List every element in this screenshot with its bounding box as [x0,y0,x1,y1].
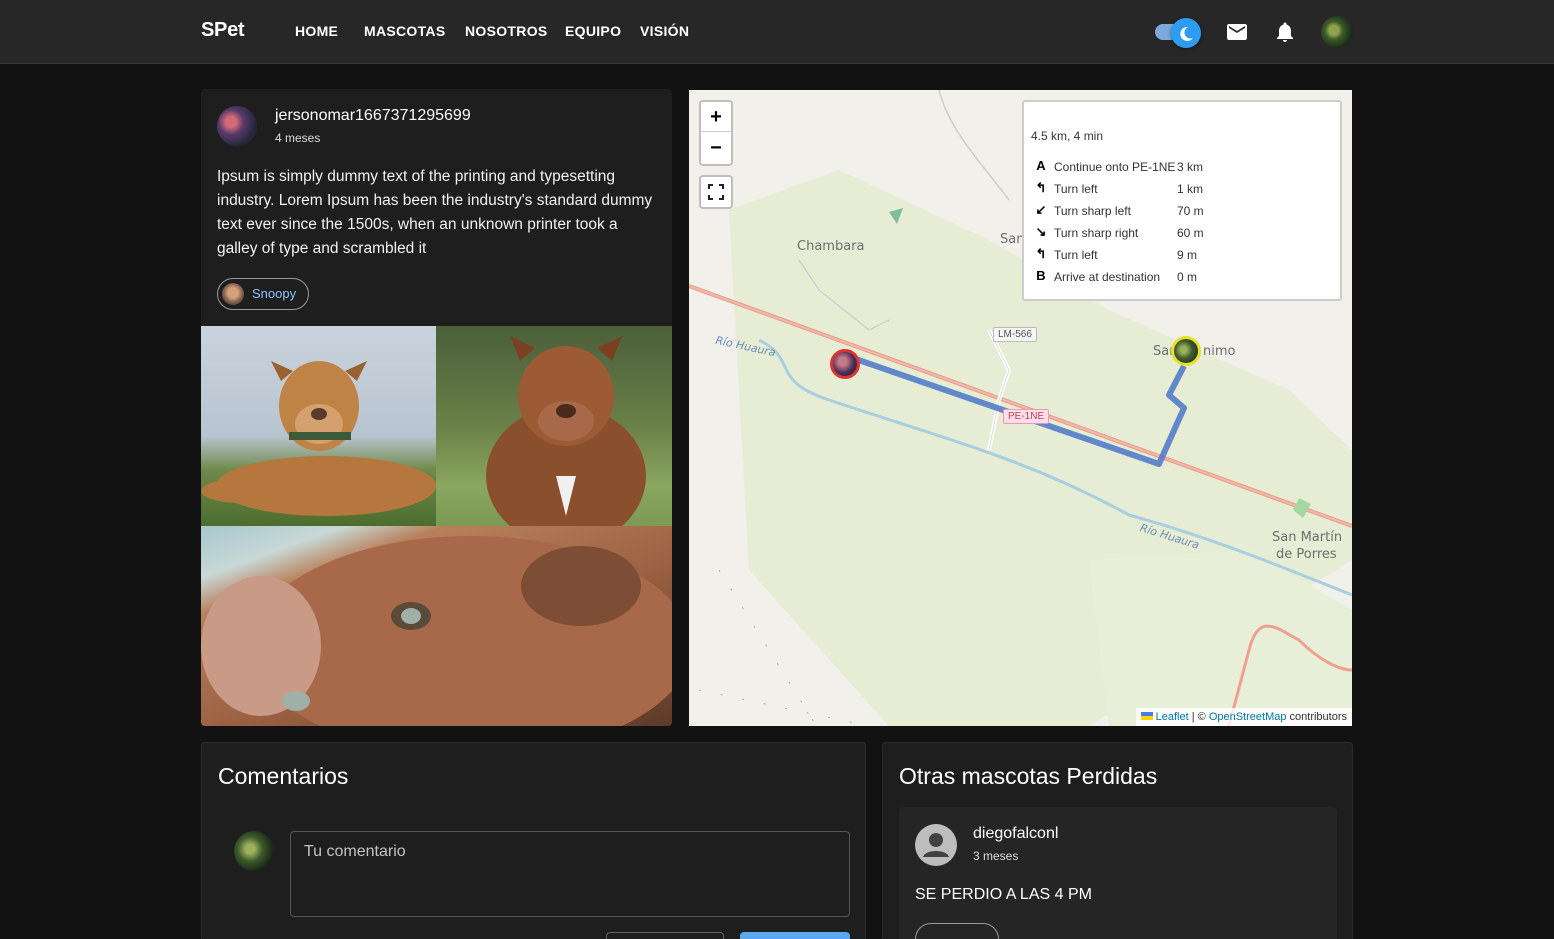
dog-closeup-image [201,536,672,726]
nav-link-mascotas[interactable]: MASCOTAS [364,23,445,39]
turn-left-icon: ↰ [1035,246,1047,261]
destination-icon: B [1036,268,1046,283]
map-label-san-jeronimo: nimo [1203,344,1236,359]
person-icon [923,833,949,857]
route-step-text: Turn sharp left [1054,204,1131,218]
nav-link-nosotros[interactable]: NOSOTROS [465,23,548,39]
zoom-in-button[interactable]: + [701,102,731,132]
moon-icon [1180,26,1193,41]
attribution-contributors: contributors [1286,711,1347,723]
map-label-san-martin: de Porres [1276,547,1337,562]
map-label-san: San [1000,232,1025,247]
other-lost-pets-card: Otras mascotas Perdidas diegofalconl 3 m… [882,742,1353,939]
road-shield-lm566: LM-566 [993,327,1037,342]
post-author-name[interactable]: jersonomar1667371295699 [275,107,471,125]
pet-photo[interactable] [201,526,672,726]
route-step[interactable]: A Continue onto PE-1NE 3 km [1034,157,1334,177]
osm-link[interactable]: OpenStreetMap [1209,711,1287,723]
route-summary: 4.5 km, 4 min [1031,129,1104,143]
user-avatar[interactable] [1321,16,1353,48]
attribution-sep: | © [1188,711,1209,723]
routing-panel: 4.5 km, 4 min A Continue onto PE-1NE 3 k… [1022,100,1342,301]
nav-link-vision[interactable]: VISIÓN [640,23,689,39]
map-attribution: Leaflet | © OpenStreetMap contributors [1135,708,1352,726]
route-start-marker[interactable] [830,349,860,379]
turn-left-icon: ↰ [1035,180,1047,195]
route-step[interactable]: B Arrive at destination 0 m [1034,267,1334,287]
lost-pet-time: 3 meses [973,849,1019,863]
route-step[interactable]: ↰ Turn left 1 km [1034,179,1334,199]
route-step[interactable]: ↘ Turn sharp right 60 m [1034,223,1334,243]
post-card: jersonomar1667371295699 4 meses Ipsum is… [201,89,672,726]
pet-chip[interactable] [915,923,999,939]
default-avatar-icon[interactable] [915,824,957,866]
road-shield-pe1ne: PE-1NE [1003,409,1050,424]
bell-icon[interactable] [1273,20,1297,44]
comments-card: Comentarios [201,742,866,939]
leaflet-link[interactable]: Leaflet [1156,711,1189,723]
zoom-control: + − [699,100,733,166]
route-step-text: Continue onto PE-1NE [1054,160,1176,174]
comments-title: Comentarios [218,763,349,789]
lost-pet-post[interactable]: diegofalconl 3 meses SE PERDIO A LAS 4 P… [899,807,1337,939]
nav-link-equipo[interactable]: EQUIPO [565,23,621,39]
pet-chip-label: Snoopy [252,286,297,301]
nav-link-home[interactable]: HOME [295,23,338,39]
cancel-comment-button[interactable] [606,932,724,939]
sharp-left-icon: ↙ [1035,202,1047,217]
zoom-out-button[interactable]: − [701,133,731,163]
route-step-distance: 0 m [1177,270,1198,284]
route-step[interactable]: ↰ Turn left 9 m [1034,245,1334,265]
send-comment-button[interactable] [740,932,850,939]
comment-input[interactable] [290,831,850,917]
lost-pet-author[interactable]: diegofalconl [973,825,1058,843]
mail-icon[interactable] [1225,20,1249,44]
route-step-distance: 9 m [1177,248,1198,262]
post-author-avatar[interactable] [217,106,257,146]
map-label-san-martin: San Martín [1272,530,1343,545]
lost-pet-description: SE PERDIO A LAS 4 PM [915,886,1092,903]
post-time: 4 meses [275,131,321,145]
route-step-distance: 70 m [1177,204,1204,218]
route-step-distance: 3 km [1177,160,1204,174]
start-icon: A [1036,158,1046,173]
other-lost-pets-title: Otras mascotas Perdidas [899,763,1158,789]
dog-lying-image [201,361,436,516]
route-step-text: Turn sharp right [1054,226,1139,240]
pet-photo[interactable] [201,326,436,526]
sharp-right-icon: ↘ [1035,224,1047,239]
fullscreen-icon [708,184,724,200]
fullscreen-button[interactable] [699,175,733,209]
pet-photo[interactable] [436,326,672,526]
route-map[interactable]: Chambara San Río Huaura Río Huaura LM-56… [689,90,1352,726]
post-description: Ipsum is simply dummy text of the printi… [217,168,653,257]
route-step[interactable]: ↙ Turn sharp left 70 m [1034,201,1334,221]
route-step-distance: 60 m [1177,226,1204,240]
pet-chip[interactable]: Snoopy [217,278,310,310]
ukraine-flag-icon [1140,712,1153,720]
route-step-text: Turn left [1054,182,1098,196]
map-label-chambara: Chambara [797,239,865,254]
top-navbar: SPet HOME MASCOTAS NOSOTROS EQUIPO VISIÓ… [0,0,1554,64]
brand-logo[interactable]: SPet [201,19,245,42]
pet-chip-avatar [222,283,244,305]
route-step-text: Arrive at destination [1054,270,1161,284]
theme-toggle[interactable] [1153,18,1203,48]
toggle-knob [1171,18,1201,48]
current-user-avatar [234,831,274,871]
route-end-marker[interactable] [1171,336,1201,366]
route-step-text: Turn left [1054,248,1098,262]
dog-sitting-image [486,336,646,526]
route-step-distance: 1 km [1177,182,1204,196]
